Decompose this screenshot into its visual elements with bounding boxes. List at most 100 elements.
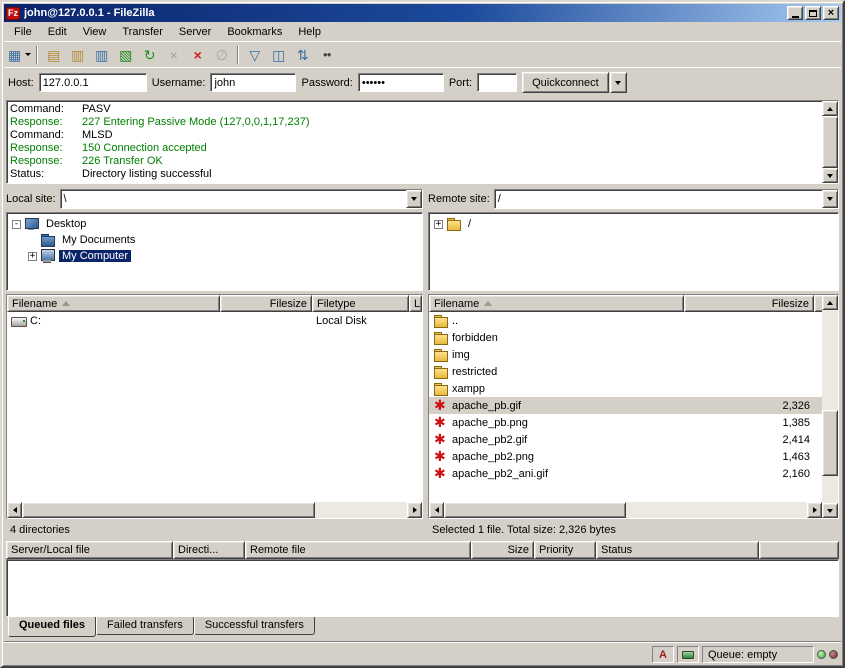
tree-expander-icon[interactable]: + bbox=[28, 252, 37, 261]
tree-item[interactable]: My Documents bbox=[7, 232, 422, 248]
queue-column-header[interactable]: Priority bbox=[534, 541, 596, 559]
queue-tab[interactable]: Queued files bbox=[8, 617, 96, 637]
menu-item[interactable]: Help bbox=[290, 24, 329, 40]
arrow-down-icon bbox=[827, 509, 833, 513]
remote-site-value[interactable]: / bbox=[495, 190, 822, 208]
queue-column-header[interactable]: Status bbox=[596, 541, 759, 559]
filter-button[interactable]: ▽ bbox=[243, 44, 266, 66]
tree-item[interactable]: - Desktop bbox=[7, 216, 422, 232]
local-site-dropdown-button[interactable] bbox=[406, 190, 422, 208]
remote-site-dropdown-button[interactable] bbox=[822, 190, 838, 208]
site-manager-icon: ▦ bbox=[8, 48, 21, 62]
remote-file-row[interactable]: apache_pb.gif 2,326 bbox=[429, 397, 822, 414]
arrow-right-icon bbox=[413, 507, 417, 513]
toggle-local-tree-button[interactable]: ▥ bbox=[66, 44, 89, 66]
remote-file-row[interactable]: apache_pb2.gif 2,414 bbox=[429, 431, 822, 448]
username-input[interactable] bbox=[210, 73, 296, 92]
local-list-body[interactable]: C: Local Disk bbox=[7, 312, 422, 502]
scrollbar-thumb[interactable] bbox=[22, 502, 315, 518]
minimize-button[interactable] bbox=[787, 6, 803, 20]
menu-item[interactable]: Server bbox=[171, 24, 219, 40]
scroll-up-button[interactable] bbox=[822, 295, 838, 310]
remote-file-row[interactable]: forbidden bbox=[429, 329, 822, 346]
password-input[interactable] bbox=[358, 73, 444, 92]
toggle-remote-tree-button[interactable]: ▥ bbox=[90, 44, 113, 66]
quickconnect-button[interactable]: Quickconnect bbox=[522, 72, 609, 93]
tree-item[interactable]: + My Computer bbox=[7, 248, 422, 264]
maximize-button[interactable] bbox=[805, 6, 821, 20]
tree-item-label[interactable]: My Computer bbox=[59, 250, 131, 262]
find-files-button[interactable]: ●● bbox=[315, 44, 338, 66]
tree-expander-icon[interactable]: + bbox=[434, 220, 443, 229]
scroll-left-button[interactable] bbox=[7, 502, 22, 518]
menu-item[interactable]: Edit bbox=[40, 24, 75, 40]
scrollbar-track[interactable] bbox=[444, 502, 807, 518]
refresh-button[interactable]: ↻ bbox=[138, 44, 161, 66]
column-header-filesize[interactable]: Filesize bbox=[220, 295, 312, 312]
menu-item[interactable]: Bookmarks bbox=[219, 24, 290, 40]
host-input[interactable] bbox=[39, 73, 147, 92]
tree-item[interactable]: + / bbox=[429, 216, 838, 232]
scrollbar-thumb[interactable] bbox=[822, 116, 838, 168]
scroll-down-button[interactable] bbox=[822, 503, 838, 518]
close-button[interactable]: × bbox=[823, 6, 839, 20]
scroll-right-button[interactable] bbox=[407, 502, 422, 518]
local-site-value[interactable]: \ bbox=[61, 190, 406, 208]
tree-expander-icon[interactable]: - bbox=[12, 220, 21, 229]
log-line-type: Response: bbox=[10, 155, 82, 168]
scroll-right-button[interactable] bbox=[807, 502, 822, 518]
scrollbar-track[interactable] bbox=[22, 502, 407, 518]
remote-horizontal-scrollbar[interactable] bbox=[429, 502, 822, 518]
queue-tab[interactable]: Successful transfers bbox=[194, 617, 315, 635]
compare-button[interactable]: ◫ bbox=[267, 44, 290, 66]
queue-column-header[interactable]: Directi... bbox=[173, 541, 245, 559]
site-manager-button[interactable]: ▦ bbox=[7, 44, 32, 66]
remote-site-combobox[interactable]: / bbox=[494, 189, 839, 209]
remote-file-row[interactable]: restricted bbox=[429, 363, 822, 380]
log-scrollbar[interactable] bbox=[822, 101, 838, 183]
sync-browse-button[interactable]: ⇅ bbox=[291, 44, 314, 66]
queue-column-header[interactable]: Size bbox=[471, 541, 534, 559]
tree-item-label[interactable]: Desktop bbox=[43, 218, 89, 230]
queue-tab[interactable]: Failed transfers bbox=[96, 617, 194, 635]
scroll-left-button[interactable] bbox=[429, 502, 444, 518]
scroll-down-button[interactable] bbox=[822, 168, 838, 183]
toggle-queue-button[interactable]: ▧ bbox=[114, 44, 137, 66]
menu-item[interactable]: View bbox=[75, 24, 115, 40]
scrollbar-thumb[interactable] bbox=[444, 502, 626, 518]
remote-file-row[interactable]: xampp bbox=[429, 380, 822, 397]
local-horizontal-scrollbar[interactable] bbox=[7, 502, 422, 518]
tree-item-label[interactable]: / bbox=[465, 218, 474, 230]
queue-column-header[interactable]: Server/Local file bbox=[6, 541, 173, 559]
remote-vertical-scrollbar[interactable] bbox=[822, 295, 838, 518]
scrollbar-track[interactable] bbox=[822, 116, 838, 168]
column-header-extra[interactable]: L bbox=[409, 295, 422, 312]
scrollbar-track[interactable] bbox=[822, 310, 838, 503]
menu-item[interactable]: Transfer bbox=[114, 24, 171, 40]
toggle-log-button[interactable]: ▤ bbox=[42, 44, 65, 66]
port-input[interactable] bbox=[477, 73, 517, 92]
menu-item[interactable]: File bbox=[6, 24, 40, 40]
disconnect-button[interactable]: ∅ bbox=[210, 44, 233, 66]
column-header-filetype[interactable]: Filetype bbox=[312, 295, 409, 312]
quickconnect-dropdown-button[interactable] bbox=[610, 72, 627, 93]
tree-item-label[interactable]: My Documents bbox=[59, 234, 138, 246]
stop-button[interactable]: × bbox=[162, 44, 185, 66]
column-header-filename[interactable]: Filename bbox=[429, 295, 684, 312]
remote-file-row[interactable]: apache_pb2_ani.gif 2,160 bbox=[429, 465, 822, 482]
scrollbar-thumb[interactable] bbox=[822, 410, 838, 476]
queue-list[interactable] bbox=[6, 559, 839, 617]
column-header-filesize[interactable]: Filesize bbox=[684, 295, 814, 312]
remote-file-row[interactable]: apache_pb2.png 1,463 bbox=[429, 448, 822, 465]
column-header-filename[interactable]: Filename bbox=[7, 295, 220, 312]
queue-column-header[interactable]: Remote file bbox=[245, 541, 471, 559]
remote-file-row[interactable]: .. bbox=[429, 312, 822, 329]
remote-list-body[interactable]: .. forbidden img bbox=[429, 312, 822, 502]
cancel-button[interactable]: × bbox=[186, 44, 209, 66]
remote-file-row[interactable]: img bbox=[429, 346, 822, 363]
arrow-up-icon bbox=[827, 301, 833, 305]
scroll-up-button[interactable] bbox=[822, 101, 838, 116]
remote-file-row[interactable]: apache_pb.png 1,385 bbox=[429, 414, 822, 431]
local-file-row[interactable]: C: Local Disk bbox=[7, 312, 422, 329]
local-site-combobox[interactable]: \ bbox=[60, 189, 423, 209]
